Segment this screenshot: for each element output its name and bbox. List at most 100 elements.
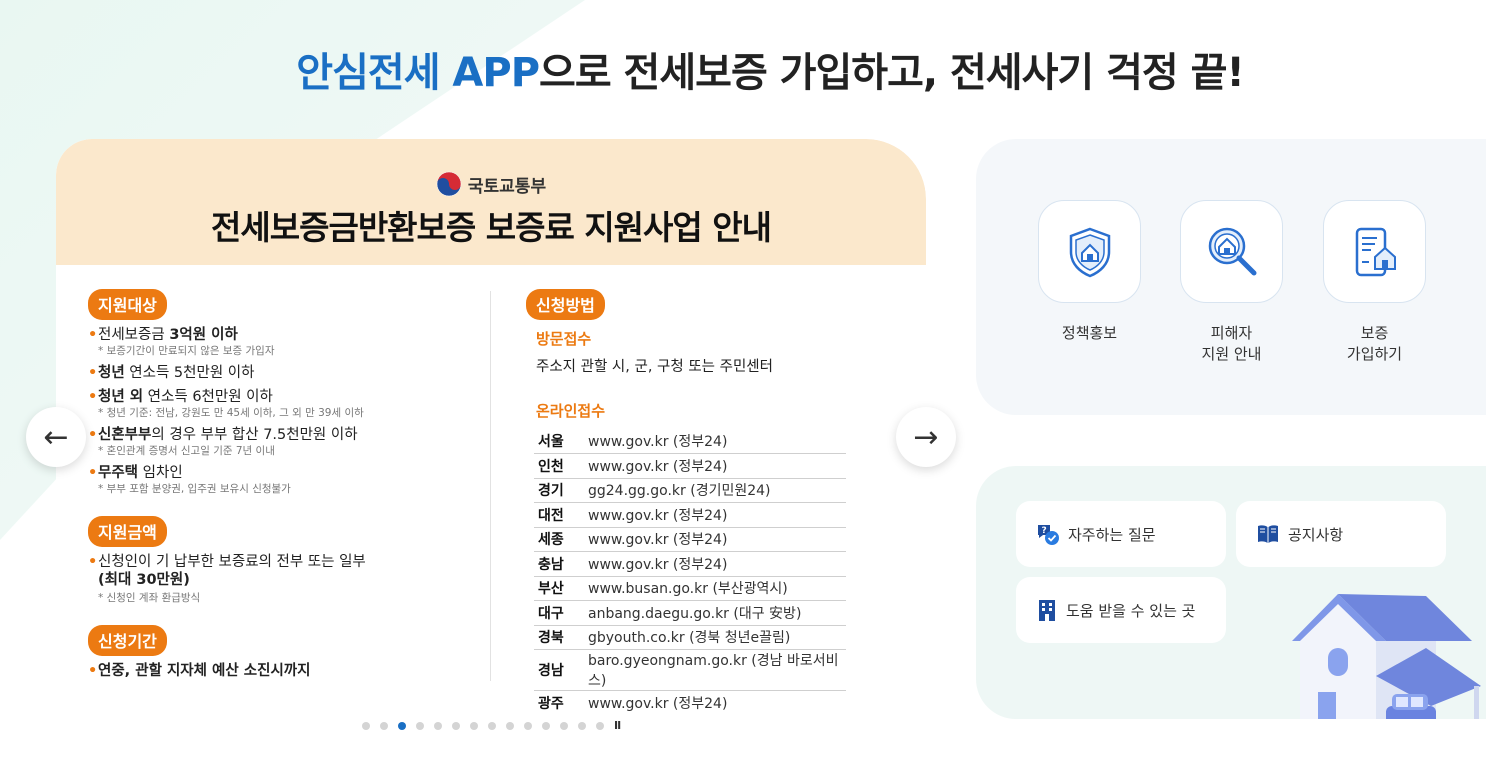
faq-chat-icon: ? [1038,525,1059,545]
period-pill: 신청기간 [88,625,167,656]
banner-title: 전세보증금반환보증 보증료 지원사업 안내 [211,208,772,247]
region-name: 경북 [534,625,588,650]
target-item-strong: 청년 [98,365,125,381]
carousel-dot[interactable] [560,721,568,730]
target-item-strong: 신혼부부 [98,427,152,443]
help-places-button[interactable]: 도움 받을 수 있는 곳 [1016,577,1226,643]
target-item: 무주택 임차인 [88,464,478,482]
table-row: 대구 anbang.daegu.go.kr (대구 安방) [534,600,846,626]
service-policy-box[interactable] [1038,200,1141,303]
carousel-dot[interactable] [524,721,532,730]
pause-button[interactable]: II [614,719,621,732]
service-guarantee-join[interactable]: 보증 가입하기 [1323,200,1426,365]
target-item: 청년 연소득 5천만원 이하 [88,364,478,382]
notice-button[interactable]: 공지사항 [1236,501,1446,567]
online-heading: 온라인접수 [536,402,606,420]
carousel-dot[interactable] [578,721,586,730]
region-site: baro.gyeongnam.go.kr (경남 바로서비스) [588,649,846,691]
region-name: 대구 [534,600,588,626]
table-row: 광주 www.gov.kr (정부24) [534,691,846,715]
visit-text: 주소지 관할 시, 군, 구청 또는 주민센터 [536,359,773,375]
target-pill: 지원대상 [88,289,167,320]
region-name: 서울 [534,429,588,454]
target-item-note: * 보증기간이 만료되지 않은 보증 가입자 [98,345,275,357]
carousel-dot[interactable] [596,721,604,730]
region-site: www.gov.kr (정부24) [588,527,846,552]
target-item: 전세보증금 3억원 이하 [88,326,478,344]
table-row: 세종 www.gov.kr (정부24) [534,527,846,552]
support-banner[interactable]: 국토교통부 전세보증금반환보증 보증료 지원사업 안내 지원대상 전세보증금 3… [56,139,926,714]
region-name: 광주 [538,696,564,712]
target-item: 청년 외 연소득 6천만원 이하 [88,388,478,406]
carousel-dot[interactable] [434,721,442,730]
shield-house-icon [1069,227,1110,277]
period-item: 연중, 관할 지자체 예산 소진시까지 [88,662,478,680]
target-item-text: 연소득 6천만원 이하 [143,389,273,405]
service-policy[interactable]: 정책홍보 [1038,200,1141,344]
region-name: 충남 [534,551,588,577]
faq-button[interactable]: ? 자주하는 질문 [1016,501,1226,567]
target-item-text: 임차인 [138,465,183,481]
region-name: 경남 [534,649,588,691]
region-name: 대전 [534,502,588,528]
region-site: gbyouth.co.kr (경북 청년e끌림) [588,625,846,650]
carousel-dot[interactable] [380,721,388,730]
faq-label: 자주하는 질문 [1068,525,1156,544]
region-site: www.gov.kr (정부24) [588,453,846,479]
next-slide-button[interactable]: → [896,407,956,467]
region-site: www.gov.kr (정부24) [588,696,728,712]
amount-note: * 신청인 계좌 환급방식 [98,592,201,604]
column-divider [490,291,491,681]
carousel-dot[interactable] [362,721,370,730]
region-site: www.gov.kr (정부24) [588,429,846,454]
table-row: 서울 www.gov.kr (정부24) [534,429,846,454]
page-headline: 안심전세 APP으로 전세보증 가입하고, 전세사기 걱정 끝! [0,40,1507,98]
notice-label: 공지사항 [1288,525,1344,544]
region-name: 세종 [534,527,588,552]
prev-slide-button[interactable]: ← [26,407,86,467]
region-name: 경기 [534,478,588,503]
carousel-pagination: II [362,719,621,732]
magnifier-house-icon [1208,227,1256,275]
period-text: 연중, 관할 지자체 예산 소진시까지 [98,663,311,679]
target-item-note: * 부부 포함 분양권, 입주권 보유시 신청불가 [98,483,291,495]
service-victim-box[interactable] [1180,200,1283,303]
service-guarantee-box[interactable] [1323,200,1426,303]
amount-pill: 지원금액 [88,516,167,547]
building-icon [1039,600,1055,621]
carousel-dot[interactable] [470,721,478,730]
region-site: www.busan.go.kr (부산광역시) [588,576,846,601]
ministry-name: 국토교통부 [467,176,547,197]
table-row: 충남 www.gov.kr (정부24) [534,551,846,577]
target-item-text: 의 경우 부부 합산 7.5천만원 이하 [151,427,358,443]
banner-body: 지원대상 전세보증금 3억원 이하* 보증기간이 만료되지 않은 보증 가입자청… [56,265,926,714]
carousel-dot[interactable] [542,721,550,730]
service-victim-support[interactable]: 피해자 지원 안내 [1180,200,1283,365]
region-name: 인천 [534,453,588,479]
carousel-dot[interactable] [488,721,496,730]
banner-header: 국토교통부 전세보증금반환보증 보증료 지원사업 안내 [56,139,926,265]
table-row: 경남 baro.gyeongnam.go.kr (경남 바로서비스) [534,649,846,691]
table-row: 경기 gg24.gg.go.kr (경기민원24) [534,478,846,503]
service-label: 보증 가입하기 [1346,324,1403,363]
carousel-dot[interactable] [416,721,424,730]
target-item-prefix: 전세보증금 [98,327,170,343]
carousel-dot[interactable] [506,721,514,730]
target-list: 전세보증금 3억원 이하* 보증기간이 만료되지 않은 보증 가입자청년 연소득… [88,326,478,496]
target-item-strong: 3억원 이하 [169,327,238,343]
taegeuk-emblem-icon [436,171,462,197]
banner-left-column: 지원대상 전세보증금 3억원 이하* 보증기간이 만료되지 않은 보증 가입자청… [88,289,478,680]
region-name: 부산 [534,576,588,601]
target-item-note: * 혼인관계 증명서 신고일 기준 7년 이내 [98,445,275,457]
carousel-dot[interactable] [452,721,460,730]
carousel-dot[interactable] [398,721,406,730]
help-places-label: 도움 받을 수 있는 곳 [1066,601,1196,620]
headline-rest: 으로 전세보증 가입하고, 전세사기 걱정 끝! [539,50,1245,96]
amount-item: 신청인이 기 납부한 보증료의 전부 또는 일부 (최대 30만원) [88,553,478,589]
amount-line1: 신청인이 기 납부한 보증료의 전부 또는 일부 [98,554,366,570]
arrow-right-icon: → [913,419,939,455]
table-row: 대전 www.gov.kr (정부24) [534,502,846,528]
target-item-strong: 청년 외 [98,389,144,405]
quick-links-panel: ? 자주하는 질문 공지사항 도움 받을 수 있는 곳 [976,466,1486,719]
table-row: 경북 gbyouth.co.kr (경북 청년e끌림) [534,625,846,650]
